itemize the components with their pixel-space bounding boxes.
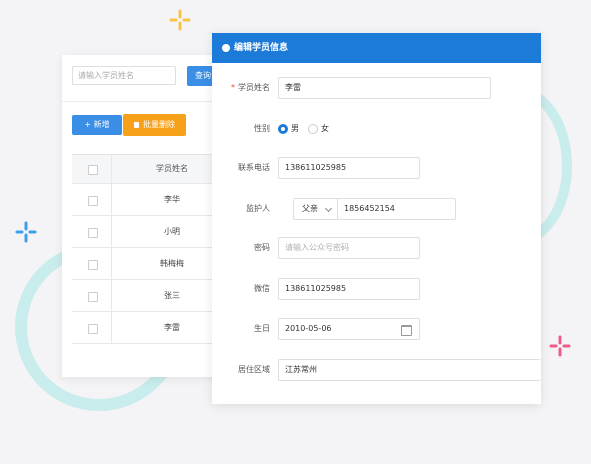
- region-label: 居住区域: [238, 365, 270, 374]
- required-asterisk: *: [231, 83, 235, 92]
- row-checkbox[interactable]: [88, 259, 98, 270]
- guardian-relation-select[interactable]: 父亲: [293, 198, 338, 220]
- table-row[interactable]: 张三: [72, 280, 232, 312]
- wechat-label: 微信: [254, 284, 270, 293]
- gender-male-radio[interactable]: [278, 124, 288, 134]
- select-all-checkbox[interactable]: [88, 165, 98, 175]
- add-student-button[interactable]: + 新增: [72, 115, 122, 135]
- name-label-text: 学员姓名: [238, 83, 270, 92]
- student-list-panel: 请输入学员姓名 查询 + 新增 批量删除 学员姓名 李华 小明 韩梅梅 张三 李…: [62, 55, 232, 377]
- calendar-icon: [401, 325, 412, 336]
- dot-icon: [222, 44, 230, 52]
- gender-female-radio[interactable]: [308, 124, 318, 134]
- guardian-relation-value: 父亲: [302, 204, 318, 213]
- region-field[interactable]: 江苏常州: [278, 359, 541, 381]
- birthday-label: 生日: [254, 324, 270, 333]
- dialog-header: 编辑学员信息: [212, 33, 541, 63]
- row-checkbox[interactable]: [88, 195, 98, 206]
- table-row[interactable]: 李华: [72, 184, 232, 216]
- sparkle-icon: [549, 335, 571, 357]
- password-label: 密码: [254, 243, 270, 252]
- birthday-value: 2010-05-06: [285, 324, 332, 333]
- sparkle-icon: [169, 9, 191, 31]
- student-name-field[interactable]: 李雷: [278, 77, 491, 99]
- guardian-phone-field[interactable]: 1856452154: [337, 198, 456, 220]
- phone-field[interactable]: 13861102598​5: [278, 157, 420, 179]
- student-table: 学员姓名 李华 小明 韩梅梅 张三 李雷: [72, 154, 232, 344]
- table-row[interactable]: 李雷: [72, 312, 232, 344]
- row-checkbox[interactable]: [88, 291, 98, 302]
- edit-student-dialog: 编辑学员信息 * 学员姓名 李雷 性别 男 女 联系电话 13861102598​…: [212, 33, 541, 404]
- chevron-down-icon: [324, 204, 333, 213]
- batch-delete-label: 批量删除: [143, 120, 175, 129]
- gender-label: 性别: [254, 124, 270, 133]
- birthday-date-picker[interactable]: 2010-05-06: [278, 318, 420, 340]
- name-label: * 学员姓名: [231, 77, 270, 99]
- wechat-field[interactable]: 13861102598​5: [278, 278, 420, 300]
- phone-label: 联系电话: [238, 163, 270, 172]
- gender-male-label: 男: [291, 124, 299, 133]
- dialog-title: 编辑学员信息: [234, 43, 289, 53]
- divider: [62, 101, 232, 102]
- row-checkbox[interactable]: [88, 227, 98, 238]
- gender-female-label: 女: [321, 124, 329, 133]
- trash-icon: [134, 122, 139, 128]
- batch-delete-button[interactable]: 批量删除: [123, 114, 186, 136]
- table-row[interactable]: 韩梅梅: [72, 248, 232, 280]
- guardian-label: 监护人: [246, 204, 270, 213]
- password-field[interactable]: 请输入公众号密码: [278, 237, 420, 259]
- sparkle-icon: [15, 221, 37, 243]
- row-checkbox[interactable]: [88, 323, 98, 334]
- table-header-row: 学员姓名: [72, 155, 232, 184]
- student-search-input[interactable]: 请输入学员姓名: [72, 66, 176, 85]
- table-row[interactable]: 小明: [72, 216, 232, 248]
